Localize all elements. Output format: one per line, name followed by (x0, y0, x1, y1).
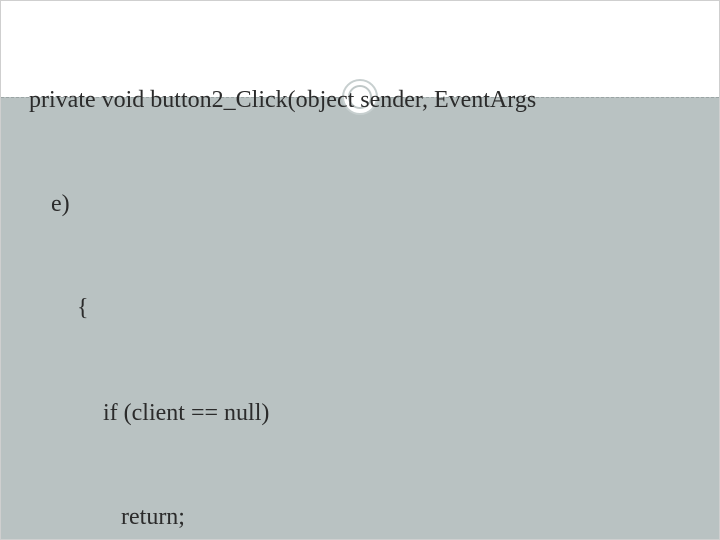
code-line-1: private void button2_Click(object sender… (29, 83, 691, 118)
code-line-3: if (client == null) (29, 396, 691, 431)
code-line-1b: e) (29, 187, 691, 222)
code-block: private void button2_Click(object sender… (29, 13, 691, 540)
code-line-2: { (29, 291, 691, 326)
slide-container: private void button2_Click(object sender… (0, 0, 720, 540)
code-line-4: return; (29, 500, 691, 535)
